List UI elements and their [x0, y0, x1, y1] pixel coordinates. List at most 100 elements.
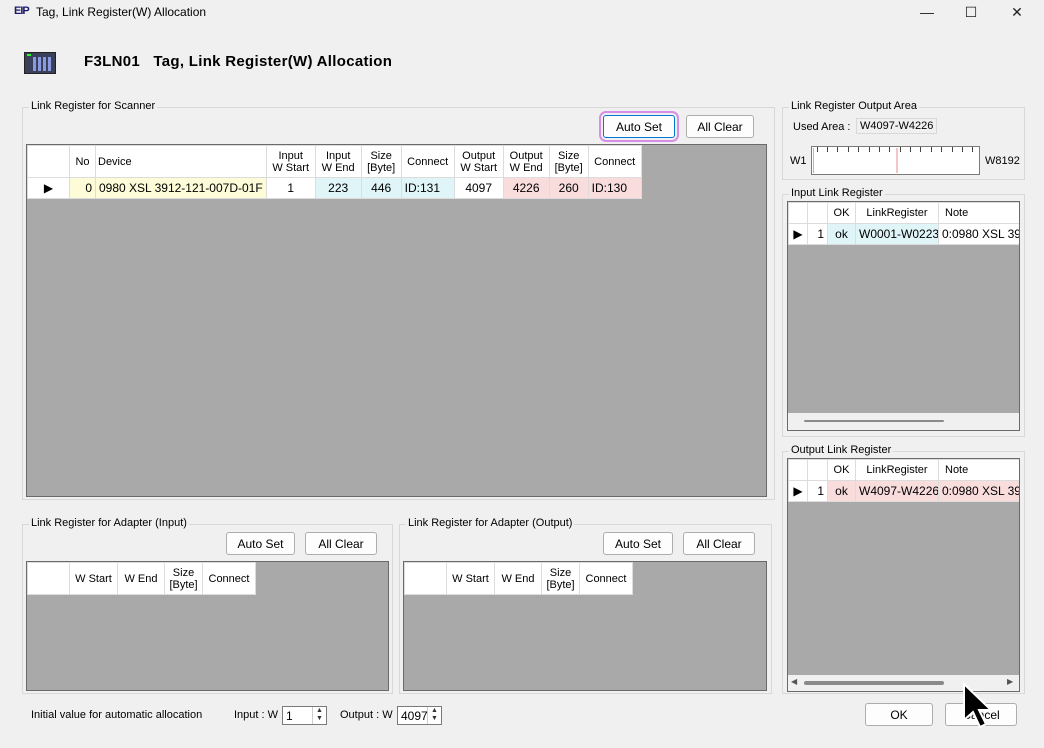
- col-header[interactable]: LinkRegister: [855, 202, 939, 224]
- adapter-input-auto-set-button[interactable]: Auto Set: [226, 532, 295, 555]
- col-header[interactable]: Input W End: [314, 145, 362, 178]
- ok-button[interactable]: OK: [865, 703, 933, 726]
- adapter-input-grid[interactable]: W Start W End Size [Byte] Connect: [26, 561, 389, 691]
- cell-output-size[interactable]: 260: [548, 177, 589, 199]
- adapter-input-all-clear-button[interactable]: All Clear: [305, 532, 377, 555]
- input-lr-grid[interactable]: OK LinkRegister Note ▶ 1 ok W0001-W0223 …: [787, 201, 1020, 431]
- table-row[interactable]: ▶ 0 0980 XSL 3912-121-007D-01F 1 223 446…: [27, 177, 642, 199]
- col-header[interactable]: Size [Byte]: [164, 562, 203, 595]
- col-header[interactable]: OK: [827, 459, 856, 481]
- row-header-corner: [788, 459, 808, 481]
- col-header[interactable]: Size [Byte]: [360, 145, 402, 178]
- row-header-corner: [807, 202, 828, 224]
- cell-output-w-start[interactable]: 4097: [453, 177, 504, 199]
- scroll-left-icon[interactable]: ◀: [791, 677, 797, 686]
- cell-output-w-end[interactable]: 4226: [502, 177, 550, 199]
- cell-ok[interactable]: ok: [827, 223, 856, 245]
- spin-arrows-icon[interactable]: ▲ ▼: [427, 707, 441, 724]
- adapter-output-label: Link Register for Adapter (Output): [406, 517, 575, 529]
- output-w-stepper[interactable]: 4097 ▲ ▼: [397, 706, 442, 725]
- output-w-value[interactable]: 4097: [401, 709, 428, 723]
- mouse-cursor-icon: [963, 682, 994, 729]
- row-header-corner: [27, 145, 70, 178]
- title-bar: EIP Tag, Link Register(W) Allocation — ☐…: [0, 0, 1044, 24]
- col-header[interactable]: W Start: [69, 562, 118, 595]
- col-header[interactable]: No: [69, 145, 96, 178]
- row-selector-icon[interactable]: ▶: [27, 177, 70, 199]
- col-header[interactable]: W End: [117, 562, 165, 595]
- maximize-icon[interactable]: ☐: [948, 0, 994, 24]
- input-lr-hscrollbar[interactable]: [788, 413, 1019, 430]
- minimize-icon[interactable]: —: [904, 0, 950, 24]
- w-end-label: W8192: [985, 155, 1020, 167]
- scanner-table: No Device Input W Start Input W End Size…: [27, 145, 642, 199]
- table-row[interactable]: ▶ 1 ok W4097-W4226 0:0980 XSL 3912: [788, 480, 1019, 502]
- scroll-thumb[interactable]: [804, 681, 944, 685]
- col-header[interactable]: Connect: [202, 562, 256, 595]
- col-header[interactable]: W End: [494, 562, 542, 595]
- input-lr-label: Input Link Register: [789, 187, 885, 199]
- cell-output-connect[interactable]: ID:130: [587, 177, 642, 199]
- scanner-header-row: No Device Input W Start Input W End Size…: [27, 145, 642, 178]
- adapter-output-table: W Start W End Size [Byte] Connect: [404, 562, 633, 595]
- col-header[interactable]: OK: [827, 202, 856, 224]
- col-header[interactable]: Output W End: [502, 145, 550, 178]
- col-header[interactable]: W Start: [446, 562, 495, 595]
- adapter-output-all-clear-button[interactable]: All Clear: [683, 532, 755, 555]
- cell-input-size[interactable]: 446: [360, 177, 402, 199]
- cell-input-connect[interactable]: ID:131: [400, 177, 455, 199]
- table-row[interactable]: ▶ 1 ok W0001-W0223 0:0980 XSL 3912: [788, 223, 1019, 245]
- row-selector-icon[interactable]: ▶: [788, 223, 808, 245]
- scanner-auto-set-button[interactable]: Auto Set: [599, 111, 679, 142]
- input-w-value[interactable]: 1: [286, 709, 293, 723]
- adapter-output-grid[interactable]: W Start W End Size [Byte] Connect: [403, 561, 767, 691]
- output-lr-table: OK LinkRegister Note ▶ 1 ok W4097-W4226 …: [788, 459, 1019, 502]
- scanner-all-clear-button[interactable]: All Clear: [686, 115, 754, 138]
- initial-value-label: Initial value for automatic allocation: [31, 709, 203, 721]
- close-icon[interactable]: ✕: [994, 0, 1040, 24]
- col-header[interactable]: Connect: [400, 145, 455, 178]
- cell-link-register[interactable]: W4097-W4226: [855, 480, 939, 502]
- row-selector-icon[interactable]: ▶: [788, 480, 808, 502]
- spin-arrows-icon[interactable]: ▲ ▼: [312, 707, 326, 724]
- used-area-label: Used Area :: [793, 121, 851, 133]
- cell-device[interactable]: 0980 XSL 3912-121-007D-01F: [95, 177, 267, 199]
- output-area-gauge: [811, 146, 980, 175]
- output-area-label: Link Register Output Area: [789, 100, 919, 112]
- cell-note[interactable]: 0:0980 XSL 3912: [938, 223, 1019, 245]
- col-header[interactable]: Size [Byte]: [548, 145, 589, 178]
- row-header-corner: [404, 562, 447, 595]
- row-header-corner: [27, 562, 70, 595]
- cell-note[interactable]: 0:0980 XSL 3912: [938, 480, 1019, 502]
- row-header-corner: [807, 459, 828, 481]
- cell-index[interactable]: 1: [807, 480, 828, 502]
- col-header[interactable]: Output W Start: [453, 145, 504, 178]
- cell-ok[interactable]: ok: [827, 480, 856, 502]
- adapter-input-label: Link Register for Adapter (Input): [29, 517, 189, 529]
- output-lr-label: Output Link Register: [789, 444, 894, 456]
- col-header[interactable]: Connect: [579, 562, 633, 595]
- output-w-label: Output : W: [340, 709, 393, 721]
- cell-input-w-end[interactable]: 223: [314, 177, 362, 199]
- adapter-input-table: W Start W End Size [Byte] Connect: [27, 562, 256, 595]
- col-header[interactable]: Device: [95, 145, 267, 178]
- col-header[interactable]: Input W Start: [265, 145, 316, 178]
- scanner-grid[interactable]: No Device Input W Start Input W End Size…: [26, 144, 767, 497]
- input-w-stepper[interactable]: 1 ▲ ▼: [282, 706, 327, 725]
- cell-no[interactable]: 0: [69, 177, 96, 199]
- cell-input-w-start[interactable]: 1: [265, 177, 316, 199]
- plc-module-icon: [24, 52, 56, 74]
- scroll-right-icon[interactable]: ▶: [1007, 677, 1013, 686]
- cell-index[interactable]: 1: [807, 223, 828, 245]
- col-header[interactable]: Connect: [587, 145, 642, 178]
- col-header[interactable]: Size [Byte]: [541, 562, 580, 595]
- scroll-thumb[interactable]: [804, 420, 944, 422]
- col-header[interactable]: Note: [938, 202, 1019, 224]
- output-lr-grid[interactable]: OK LinkRegister Note ▶ 1 ok W4097-W4226 …: [787, 458, 1020, 692]
- cell-link-register[interactable]: W0001-W0223: [855, 223, 939, 245]
- eip-app-icon: EIP: [14, 5, 30, 17]
- col-header[interactable]: Note: [938, 459, 1019, 481]
- scanner-group-label: Link Register for Scanner: [29, 100, 158, 112]
- col-header[interactable]: LinkRegister: [855, 459, 939, 481]
- adapter-output-auto-set-button[interactable]: Auto Set: [603, 532, 673, 555]
